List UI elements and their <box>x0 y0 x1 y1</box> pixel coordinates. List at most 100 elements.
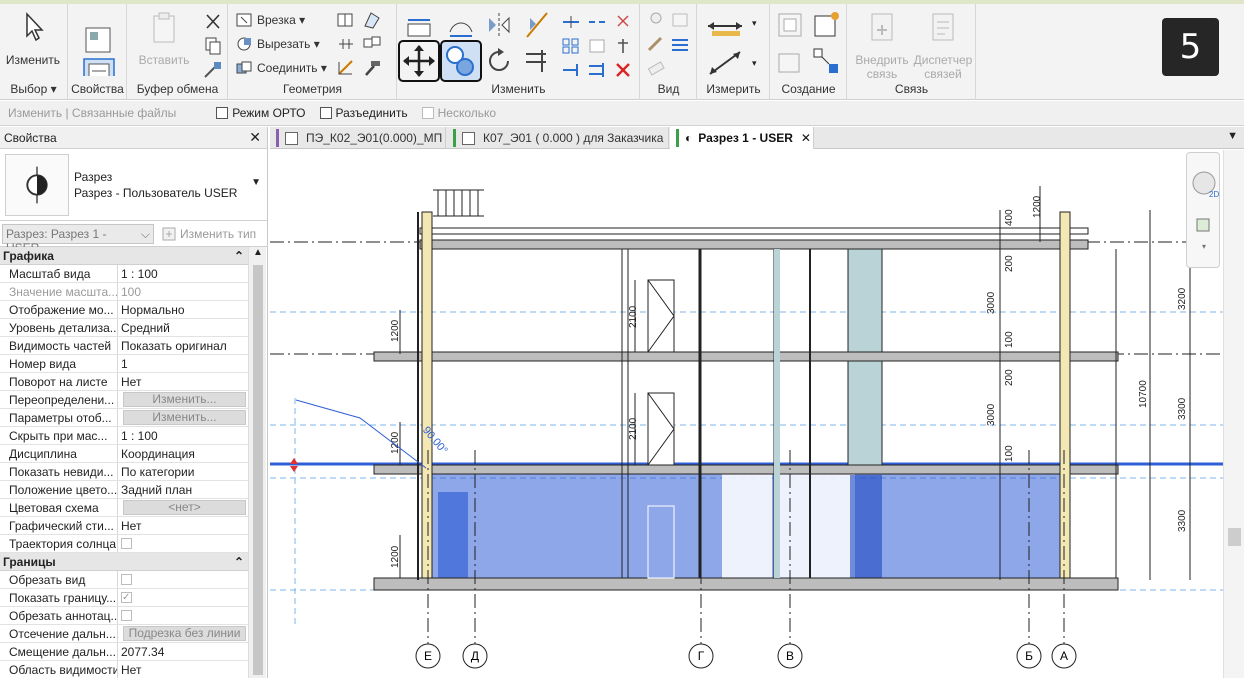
embed-link-button[interactable]: Внедрить связь <box>852 10 912 81</box>
property-value[interactable]: Нет <box>118 373 248 390</box>
align-icon[interactable] <box>404 10 434 40</box>
property-value[interactable]: Средний <box>118 319 248 336</box>
cut-geometry-button[interactable]: Вырезать ▾ <box>235 34 320 54</box>
close-icon[interactable]: ✕ <box>249 129 261 146</box>
split-gap-icon[interactable] <box>586 12 608 32</box>
measure-dropdown-icon[interactable]: ▾ <box>752 18 757 29</box>
copy-move-button[interactable] <box>440 40 482 82</box>
split-icon[interactable] <box>335 58 357 78</box>
mirror-draw-icon[interactable] <box>522 10 552 40</box>
tab-plan-mp[interactable]: ПЭ_К02_Э01(0.000)_МП <box>270 127 446 149</box>
property-row[interactable]: Обрезать вид <box>0 571 248 589</box>
properties-scrollbar[interactable]: ▲ <box>248 247 266 678</box>
line-style-icon[interactable] <box>669 34 691 54</box>
property-group-header[interactable]: Графика ⌃ <box>0 247 248 265</box>
property-value[interactable]: 1 : 100 <box>118 265 248 282</box>
paste-button[interactable]: Вставить <box>134 10 194 67</box>
property-checkbox[interactable] <box>121 538 132 549</box>
select-panel-label[interactable]: Выбор ▾ <box>0 82 67 96</box>
property-value[interactable]: Изменить... <box>118 391 248 408</box>
property-value[interactable]: Нормально <box>118 301 248 318</box>
offset-icon[interactable] <box>446 10 476 40</box>
tab-close-icon[interactable]: ✕ <box>801 131 811 145</box>
multiple-checkbox[interactable]: Несколько <box>421 106 496 120</box>
paint-icon[interactable] <box>361 34 383 54</box>
properties-scroll-thumb[interactable] <box>253 265 263 675</box>
collapse-icon[interactable]: ⌃ <box>234 249 244 263</box>
drawing-canvas[interactable]: 3200 3300 3300 10700 400 1200 200 3000 1… <box>270 150 1244 678</box>
disjoin-checkbox[interactable]: Разъединить <box>319 106 408 120</box>
ortho-checkbox[interactable]: Режим ОРТО <box>216 106 306 120</box>
property-edit-button[interactable]: Изменить... <box>123 410 246 425</box>
create-group-icon[interactable] <box>775 46 805 76</box>
collapse-icon[interactable]: ⌃ <box>234 555 244 569</box>
canvas-scroll-thumb[interactable] <box>1228 528 1241 546</box>
move-button[interactable] <box>398 40 440 82</box>
property-row[interactable]: Дисциплина Координация <box>0 445 248 463</box>
property-value[interactable]: <нет> <box>118 499 248 516</box>
hide-bulb-icon[interactable] <box>645 10 667 30</box>
section-drawing[interactable]: 3200 3300 3300 10700 400 1200 200 3000 1… <box>270 150 1223 678</box>
property-value[interactable]: Нет <box>118 517 248 534</box>
create-similar-icon[interactable] <box>811 46 841 76</box>
create-parts-icon[interactable] <box>811 10 841 40</box>
property-row[interactable]: Графический сти... Нет <box>0 517 248 535</box>
cope-button[interactable]: Врезка ▾ <box>235 10 305 30</box>
property-row[interactable]: Отображение мо... Нормально <box>0 301 248 319</box>
split-element-icon[interactable] <box>560 12 582 32</box>
modify-button[interactable]: Изменить <box>4 10 62 67</box>
property-row[interactable]: Область видимости Нет <box>0 661 248 678</box>
edit-type-button[interactable]: Изменить тип <box>162 227 256 241</box>
canvas-scrollbar[interactable] <box>1223 150 1244 678</box>
property-value[interactable] <box>118 571 248 588</box>
property-row[interactable]: Значение масшта... 100 <box>0 283 248 301</box>
array-icon[interactable] <box>560 36 582 56</box>
property-row[interactable]: Переопределени... Изменить... <box>0 391 248 409</box>
tabs-menu-icon[interactable]: ▼ <box>1227 130 1238 142</box>
property-row[interactable]: Показать невиди... По категории <box>0 463 248 481</box>
property-row[interactable]: Отсечение дальн... Подрезка без линии <box>0 625 248 643</box>
property-value[interactable]: Координация <box>118 445 248 462</box>
tab-section-1[interactable]: ◐ Разрез 1 - USER ✕ <box>670 127 814 149</box>
mirror-axis-icon[interactable] <box>484 10 514 40</box>
property-value[interactable]: ✓ <box>118 589 248 606</box>
tab-plan-customer[interactable]: К07_Э01 ( 0.000 ) для Заказчика <box>447 127 669 149</box>
dimension-dropdown-icon[interactable]: ▾ <box>752 58 757 69</box>
instance-selector[interactable]: Разрез: Разрез 1 - USER ⌵ <box>2 223 154 255</box>
property-value[interactable]: По категории <box>118 463 248 480</box>
property-value[interactable] <box>118 607 248 624</box>
property-value[interactable]: Показать оригинал <box>118 337 248 354</box>
property-value[interactable]: Нет <box>118 661 248 678</box>
zoom-region-icon[interactable] <box>1196 218 1210 232</box>
property-row[interactable]: Видимость частей Показать оригинал <box>0 337 248 355</box>
property-group-header[interactable]: Границы ⌃ <box>0 553 248 571</box>
property-row[interactable]: Уровень детализа... Средний <box>0 319 248 337</box>
property-row[interactable]: Поворот на листе Нет <box>0 373 248 391</box>
join-button[interactable]: Соединить ▾ <box>235 58 327 78</box>
copy-icon[interactable] <box>202 36 224 56</box>
split-face-icon[interactable] <box>361 10 383 30</box>
trim-extend-icon[interactable] <box>522 46 552 76</box>
match-type-icon[interactable] <box>202 60 224 80</box>
property-row[interactable]: Масштаб вида 1 : 100 <box>0 265 248 283</box>
property-row[interactable]: Скрыть при мас... 1 : 100 <box>0 427 248 445</box>
property-row[interactable]: Положение цвето... Задний план <box>0 481 248 499</box>
type-selector[interactable]: Разрез Разрез - Пользователь USER ▼ <box>0 149 267 221</box>
linework-icon[interactable] <box>645 34 667 54</box>
property-row[interactable]: Траектория солнца <box>0 535 248 553</box>
manage-links-button[interactable]: Диспетчер связей <box>912 10 974 81</box>
measure-between-icon[interactable] <box>706 14 750 38</box>
unpin-icon[interactable] <box>612 12 634 32</box>
cut-icon[interactable] <box>202 12 224 32</box>
zoom-dropdown-icon[interactable]: ▾ <box>1202 242 1206 251</box>
scroll-up-icon[interactable]: ▲ <box>253 247 263 258</box>
property-value[interactable]: 2077.34 <box>118 643 248 660</box>
property-edit-button[interactable]: Подрезка без линии <box>123 626 246 641</box>
property-row[interactable]: Обрезать аннотац... <box>0 607 248 625</box>
property-value[interactable] <box>118 535 248 552</box>
property-row[interactable]: Цветовая схема <нет> <box>0 499 248 517</box>
property-value[interactable]: 1 : 100 <box>118 427 248 444</box>
property-value[interactable]: Изменить... <box>118 409 248 426</box>
scale-icon[interactable] <box>586 36 608 56</box>
override-icon[interactable] <box>669 10 691 30</box>
